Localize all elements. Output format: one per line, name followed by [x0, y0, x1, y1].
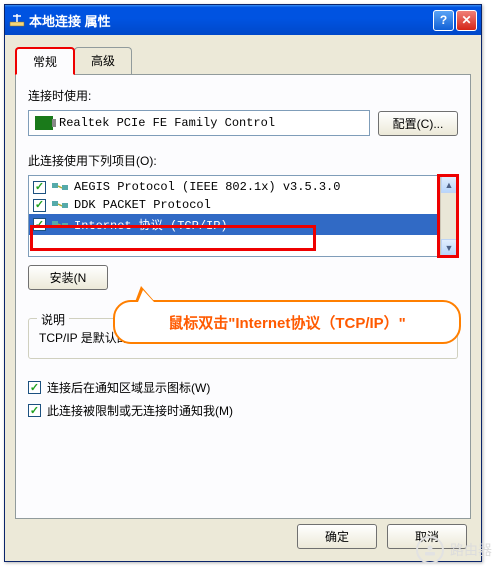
item-label: DDK PACKET Protocol — [74, 198, 211, 212]
description-title: 说明 — [37, 311, 69, 328]
close-button[interactable]: ✕ — [456, 10, 477, 31]
install-button[interactable]: 安装(N — [28, 265, 108, 290]
show-icon-row[interactable]: ✓ 连接后在通知区域显示图标(W) — [28, 379, 458, 396]
adapter-field: Realtek PCIe FE Family Control — [28, 110, 370, 136]
items-listbox[interactable]: ✓ AEGIS Protocol (IEEE 802.1x) v3.5.3.0 … — [28, 175, 458, 257]
titlebar-buttons: ? ✕ — [433, 10, 477, 31]
notify-label: 此连接被限制或无连接时通知我(M) — [47, 402, 233, 419]
nic-icon — [35, 116, 53, 130]
cancel-button[interactable]: 取消 — [387, 524, 467, 549]
tab-panel: 连接时使用: Realtek PCIe FE Family Control 配置… — [15, 74, 471, 519]
scroll-down-button[interactable]: ▼ — [441, 239, 457, 256]
list-item[interactable]: ✓ DDK PACKET Protocol — [29, 196, 440, 214]
titlebar[interactable]: 本地连接 属性 ? ✕ — [5, 5, 481, 35]
scrollbar[interactable]: ▲ ▼ — [440, 176, 457, 256]
item-label: Internet 协议 (TCP/IP) — [74, 216, 228, 233]
checkbox[interactable]: ✓ — [33, 199, 46, 212]
notify-row[interactable]: ✓ 此连接被限制或无连接时通知我(M) — [28, 402, 458, 419]
checkbox[interactable]: ✓ — [33, 218, 46, 231]
list-item[interactable]: ✓ AEGIS Protocol (IEEE 802.1x) v3.5.3.0 — [29, 178, 440, 196]
item-label: AEGIS Protocol (IEEE 802.1x) v3.5.3.0 — [74, 180, 340, 194]
protocol-icon — [52, 218, 68, 232]
checkbox[interactable]: ✓ — [28, 404, 41, 417]
connect-using-label: 连接时使用: — [28, 87, 458, 104]
annotation-callout: 鼠标双击"Internet协议（TCP/IP）" — [113, 300, 461, 344]
items-label: 此连接使用下列项目(O): — [28, 152, 458, 169]
adapter-name: Realtek PCIe FE Family Control — [59, 116, 275, 130]
protocol-icon — [52, 180, 68, 194]
tab-advanced[interactable]: 高级 — [74, 47, 132, 74]
ok-button[interactable]: 确定 — [297, 524, 377, 549]
help-button[interactable]: ? — [433, 10, 454, 31]
scroll-up-button[interactable]: ▲ — [441, 176, 457, 193]
callout-text: 鼠标双击"Internet协议（TCP/IP）" — [113, 300, 461, 344]
checkbox[interactable]: ✓ — [33, 181, 46, 194]
callout-tail-icon — [135, 286, 155, 302]
tabstrip: 常规 高级 — [5, 35, 481, 74]
properties-dialog: 本地连接 属性 ? ✕ 常规 高级 连接时使用: Realtek PCIe FE… — [4, 4, 482, 562]
configure-button[interactable]: 配置(C)... — [378, 111, 458, 136]
checkbox[interactable]: ✓ — [28, 381, 41, 394]
connection-icon — [9, 12, 25, 28]
window-title: 本地连接 属性 — [29, 11, 433, 30]
tab-general[interactable]: 常规 — [15, 47, 75, 75]
protocol-icon — [52, 198, 68, 212]
show-icon-label: 连接后在通知区域显示图标(W) — [47, 379, 210, 396]
list-item-selected[interactable]: ✓ Internet 协议 (TCP/IP) — [29, 214, 440, 235]
